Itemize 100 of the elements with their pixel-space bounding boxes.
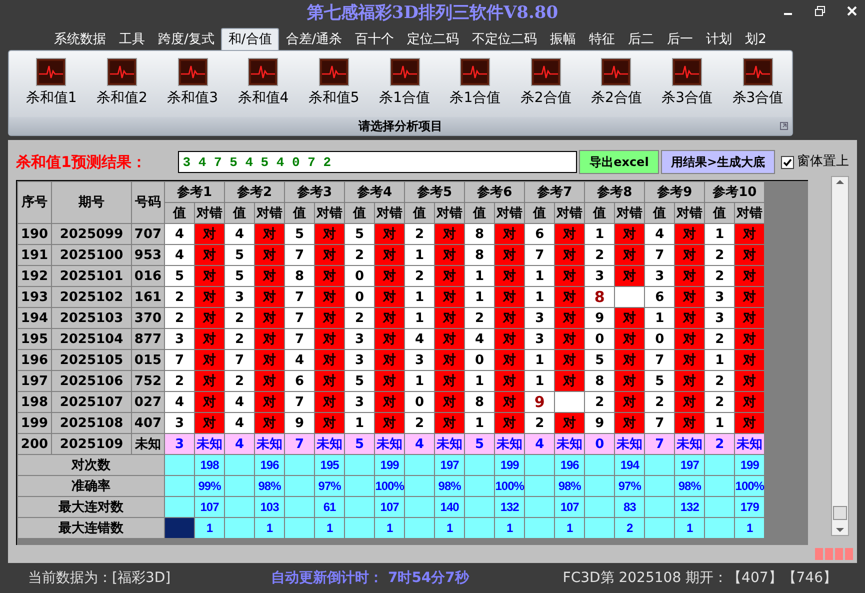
table-cell: 1 — [524, 266, 555, 286]
table-cell: 97% — [314, 476, 345, 496]
table-cell: 对 — [614, 412, 645, 434]
table-cell: 对 — [554, 266, 585, 286]
table-cell: 对 — [494, 266, 525, 286]
table-cell: 7 — [224, 350, 255, 370]
table-cell: 1 — [404, 370, 435, 392]
table-cell: 对 — [734, 308, 765, 328]
table-cell: 2 — [224, 308, 255, 328]
generate-button[interactable]: 用结果>生成大底 — [661, 150, 775, 174]
scroll-up-icon[interactable] — [836, 179, 844, 184]
table-cell: 200 — [18, 434, 52, 454]
table-cell: 100% — [734, 476, 765, 496]
analysis-item-button[interactable]: 杀1合值 — [440, 54, 510, 114]
scrollbar[interactable] — [831, 176, 849, 536]
table-cell: 对 — [254, 370, 285, 392]
menu-tab[interactable]: 和/合值 — [221, 28, 279, 50]
analysis-item-button[interactable]: 杀3合值 — [652, 54, 722, 114]
table-cell: 015 — [132, 350, 164, 370]
table-cell: 190 — [18, 224, 52, 244]
table-cell: 7 — [284, 392, 315, 412]
table-cell: 1 — [524, 286, 555, 308]
restore-icon[interactable] — [815, 6, 825, 16]
table-cell: 0 — [344, 286, 375, 308]
table-cell: 877 — [132, 328, 164, 350]
table-cell: 未知 — [614, 434, 645, 454]
column-header: 值 — [344, 202, 375, 224]
table-cell: 对 — [434, 244, 465, 266]
table-cell: 3 — [404, 350, 435, 370]
menu-tab[interactable]: 振幅 — [544, 30, 582, 50]
table-cell: 0 — [344, 266, 375, 286]
table-cell: 3 — [524, 328, 555, 350]
table-cell: 未知 — [314, 434, 345, 454]
table-cell — [584, 476, 615, 496]
scrollbar-thumb[interactable] — [833, 506, 848, 520]
analysis-item-button[interactable]: 杀2合值 — [582, 54, 651, 114]
table-cell: 179 — [734, 496, 765, 518]
checkbox[interactable] — [780, 156, 794, 168]
table-cell: 未知 — [132, 434, 164, 454]
table-cell: 132 — [494, 496, 525, 518]
table-cell: 1 — [494, 518, 525, 538]
analysis-item-button[interactable]: 杀和值4 — [228, 54, 298, 114]
table-cell: 2025108 — [52, 412, 132, 434]
table-cell: 4 — [224, 434, 255, 454]
table-cell: 103 — [254, 496, 285, 518]
table-cell: 对 — [494, 244, 525, 266]
menu-tab[interactable]: 定位二码 — [401, 30, 466, 50]
table-cell — [644, 476, 675, 496]
table-cell: 4 — [524, 434, 555, 454]
close-icon[interactable] — [847, 6, 857, 16]
table-cell: 对 — [674, 412, 705, 434]
table-cell: 1 — [524, 350, 555, 370]
table-cell: 对 — [614, 266, 645, 286]
expand-icon[interactable] — [780, 122, 788, 130]
prediction-field[interactable]: 3 4 7 5 4 5 4 0 7 2 — [178, 151, 578, 173]
table-cell: 2025106 — [52, 370, 132, 392]
table-cell — [584, 496, 615, 518]
table-cell: 2 — [164, 370, 194, 392]
menu-tab[interactable]: 跨度/复式 — [152, 30, 220, 50]
analysis-item-button[interactable]: 杀和值3 — [158, 54, 227, 114]
scroll-down-icon[interactable] — [836, 528, 844, 533]
menu-tab[interactable]: 划2 — [739, 30, 772, 50]
column-header: 参考7 — [524, 182, 585, 202]
analysis-item-button[interactable]: 杀和值1 — [17, 54, 86, 114]
menu-tab[interactable]: 合差/通杀 — [280, 30, 348, 50]
analysis-item-button[interactable]: 杀3合值 — [723, 54, 792, 114]
table-cell: 1 — [674, 518, 705, 538]
column-header: 值 — [644, 202, 675, 224]
column-header: 值 — [464, 202, 495, 224]
column-header: 号码 — [132, 182, 164, 224]
menu-tab[interactable]: 工具 — [113, 30, 151, 50]
table-cell: 5 — [224, 244, 255, 266]
table-cell: 2 — [524, 412, 555, 434]
menu-tab[interactable]: 系统数据 — [48, 30, 112, 50]
table-cell: 2025099 — [52, 224, 132, 244]
export-button[interactable]: 导出excel — [579, 150, 660, 174]
table-cell: 6 — [644, 286, 675, 308]
table-cell: 2 — [224, 328, 255, 350]
table-cell — [524, 518, 555, 538]
analysis-item-button[interactable]: 杀2合值 — [511, 54, 580, 114]
table-cell: 5 — [344, 434, 375, 454]
table-cell: 对 — [734, 266, 765, 286]
table-cell: 4 — [224, 224, 255, 244]
menu-tab[interactable]: 特征 — [583, 30, 622, 50]
table-cell: 最大连对数 — [18, 496, 164, 518]
table-cell: 未知 — [674, 434, 705, 454]
table-cell: 199 — [734, 454, 765, 476]
menu-tab[interactable]: 百十个 — [349, 30, 400, 50]
menu-tab[interactable]: 计划 — [700, 30, 738, 50]
column-header: 参考10 — [704, 182, 765, 202]
table-cell: 对 — [314, 392, 345, 412]
analysis-item-button[interactable]: 杀和值5 — [300, 54, 368, 114]
menu-tab[interactable]: 后一 — [661, 30, 700, 50]
menu-tab[interactable]: 不定位二码 — [466, 30, 544, 50]
analysis-item-button[interactable]: 杀和值2 — [88, 54, 156, 114]
table-cell: 1 — [524, 370, 555, 392]
column-header: 参考2 — [224, 182, 285, 202]
analysis-item-button[interactable]: 杀1合值 — [370, 54, 439, 114]
table-cell: 对 — [374, 266, 405, 286]
menu-tab[interactable]: 后二 — [622, 30, 660, 50]
